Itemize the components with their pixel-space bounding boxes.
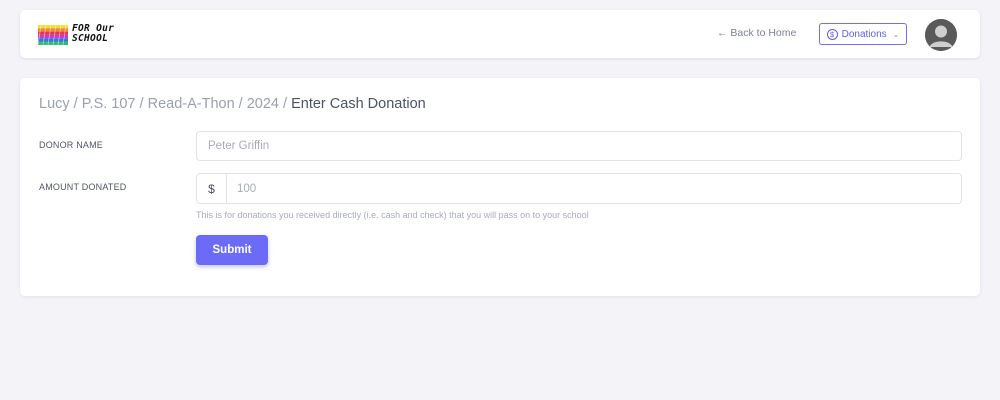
donations-button-label: Donations xyxy=(841,28,887,40)
rainbow-logo-icon xyxy=(38,25,68,45)
amount-donated-label: AMOUNT DONATED xyxy=(39,182,127,192)
amount-input-group: $ 100 xyxy=(196,173,962,204)
submit-button[interactable]: Submit xyxy=(196,235,268,265)
dollar-circle-icon: $ xyxy=(826,28,838,40)
breadcrumb: Lucy / P.S. 107 / Read-A-Thon / 2024 / E… xyxy=(39,96,426,112)
site-logo[interactable]: FOR Our SCHOOL xyxy=(38,23,128,47)
breadcrumb-separator: / xyxy=(135,96,148,112)
breadcrumb-item-school[interactable]: P.S. 107 xyxy=(82,96,136,112)
breadcrumb-separator: / xyxy=(279,96,292,112)
top-navbar: FOR Our SCHOOL ← Back to Home $ Donation… xyxy=(20,10,980,58)
logo-text-line2: SCHOOL xyxy=(72,32,109,44)
user-avatar-icon xyxy=(925,19,957,51)
amount-help-text: This is for donations you received direc… xyxy=(196,210,589,220)
breadcrumb-item-year[interactable]: 2024 xyxy=(247,96,279,112)
amount-placeholder: 100 xyxy=(237,182,257,195)
donor-name-placeholder: Peter Griffin xyxy=(208,140,270,152)
breadcrumb-item-event[interactable]: Read-A-Thon xyxy=(148,96,235,112)
donor-name-label: DONOR NAME xyxy=(39,140,104,150)
breadcrumb-current-page: Enter Cash Donation xyxy=(291,96,426,112)
user-avatar[interactable] xyxy=(925,19,957,51)
donor-name-input[interactable]: Peter Griffin xyxy=(196,131,962,161)
donation-form-card: Lucy / P.S. 107 / Read-A-Thon / 2024 / E… xyxy=(20,78,980,296)
back-to-home-link[interactable]: ← Back to Home xyxy=(717,27,796,39)
donations-dropdown-button[interactable]: $ Donations ⌄ xyxy=(819,23,907,45)
breadcrumb-separator: / xyxy=(234,96,247,112)
amount-input[interactable]: 100 xyxy=(227,174,961,203)
breadcrumb-separator: / xyxy=(69,96,82,112)
breadcrumb-item-student[interactable]: Lucy xyxy=(39,96,70,112)
logo-text: FOR Our SCHOOL xyxy=(72,24,114,43)
chevron-down-icon: ⌄ xyxy=(892,29,900,39)
currency-prefix: $ xyxy=(197,174,227,203)
